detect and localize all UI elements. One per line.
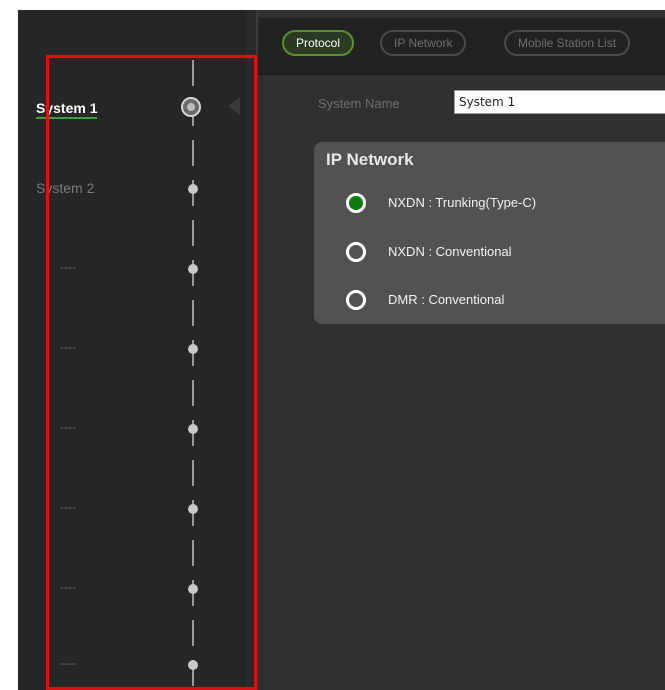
sidebar-item-label: ---- (60, 656, 76, 670)
tab-bar-divider (258, 74, 665, 75)
tab-ip-network[interactable]: IP Network (380, 30, 467, 56)
node-dot-icon (188, 184, 198, 194)
radio-checked-icon[interactable] (346, 193, 366, 213)
radio-option-nxdn-conventional[interactable]: NXDN : Conventional (346, 240, 665, 266)
sidebar-item-label: ---- (60, 420, 76, 434)
radio-unchecked-icon[interactable] (346, 290, 366, 310)
radio-label: DMR : Conventional (388, 292, 505, 307)
main-panel: Protocol IP Network Mobile Station List … (256, 10, 665, 690)
node-dot-icon (188, 264, 198, 274)
sidebar-item-system-2[interactable]: System 2 (18, 174, 246, 204)
tab-protocol[interactable]: Protocol (282, 30, 355, 56)
group-title: IP Network (326, 150, 414, 169)
system-name-input[interactable] (454, 90, 665, 114)
radio-label: NXDN : Conventional (388, 244, 512, 259)
node-dot-icon (188, 344, 198, 354)
radio-unchecked-icon[interactable] (346, 242, 366, 262)
sidebar-item-label: ---- (60, 500, 76, 514)
radio-option-nxdn-trunking[interactable]: NXDN : Trunking(Type-C) (346, 191, 665, 217)
node-dot-icon (188, 504, 198, 514)
node-dot-icon (188, 660, 198, 670)
app-window: System 1 System 2 ---- ---- ---- ---- --… (18, 10, 665, 690)
system-list-panel: System 1 System 2 ---- ---- ---- ---- --… (18, 10, 246, 690)
tab-mobile-station-list[interactable]: Mobile Station List (504, 30, 631, 56)
sidebar-item-system-1[interactable]: System 1 (18, 94, 246, 124)
sidebar-item-empty-4[interactable]: ---- (18, 334, 246, 364)
sidebar-item-empty-7[interactable]: ---- (18, 574, 246, 604)
sidebar-item-empty-6[interactable]: ---- (18, 494, 246, 524)
sidebar-item-empty-8[interactable]: ---- (18, 650, 246, 680)
radio-label: NXDN : Trunking(Type-C) (388, 195, 537, 210)
sidebar-item-label: System 2 (36, 180, 95, 196)
tab-bar: Protocol IP Network Mobile Station List (258, 18, 665, 74)
sidebar-item-label: ---- (60, 260, 76, 274)
node-dot-icon (188, 584, 198, 594)
ip-network-group: IP Network NXDN : Trunking(Type-C) NXDN … (314, 142, 665, 324)
sidebar-item-label: ---- (60, 580, 76, 594)
sidebar-item-empty-3[interactable]: ---- (18, 254, 246, 284)
sidebar-item-label: ---- (60, 340, 76, 354)
selected-node-icon (181, 97, 201, 117)
system-name-label: System Name (318, 96, 400, 111)
selection-pointer-icon (228, 97, 240, 115)
node-dot-icon (188, 424, 198, 434)
sidebar-item-empty-5[interactable]: ---- (18, 414, 246, 444)
sidebar-item-label: System 1 (36, 100, 98, 119)
radio-option-dmr-conventional[interactable]: DMR : Conventional (346, 288, 665, 314)
